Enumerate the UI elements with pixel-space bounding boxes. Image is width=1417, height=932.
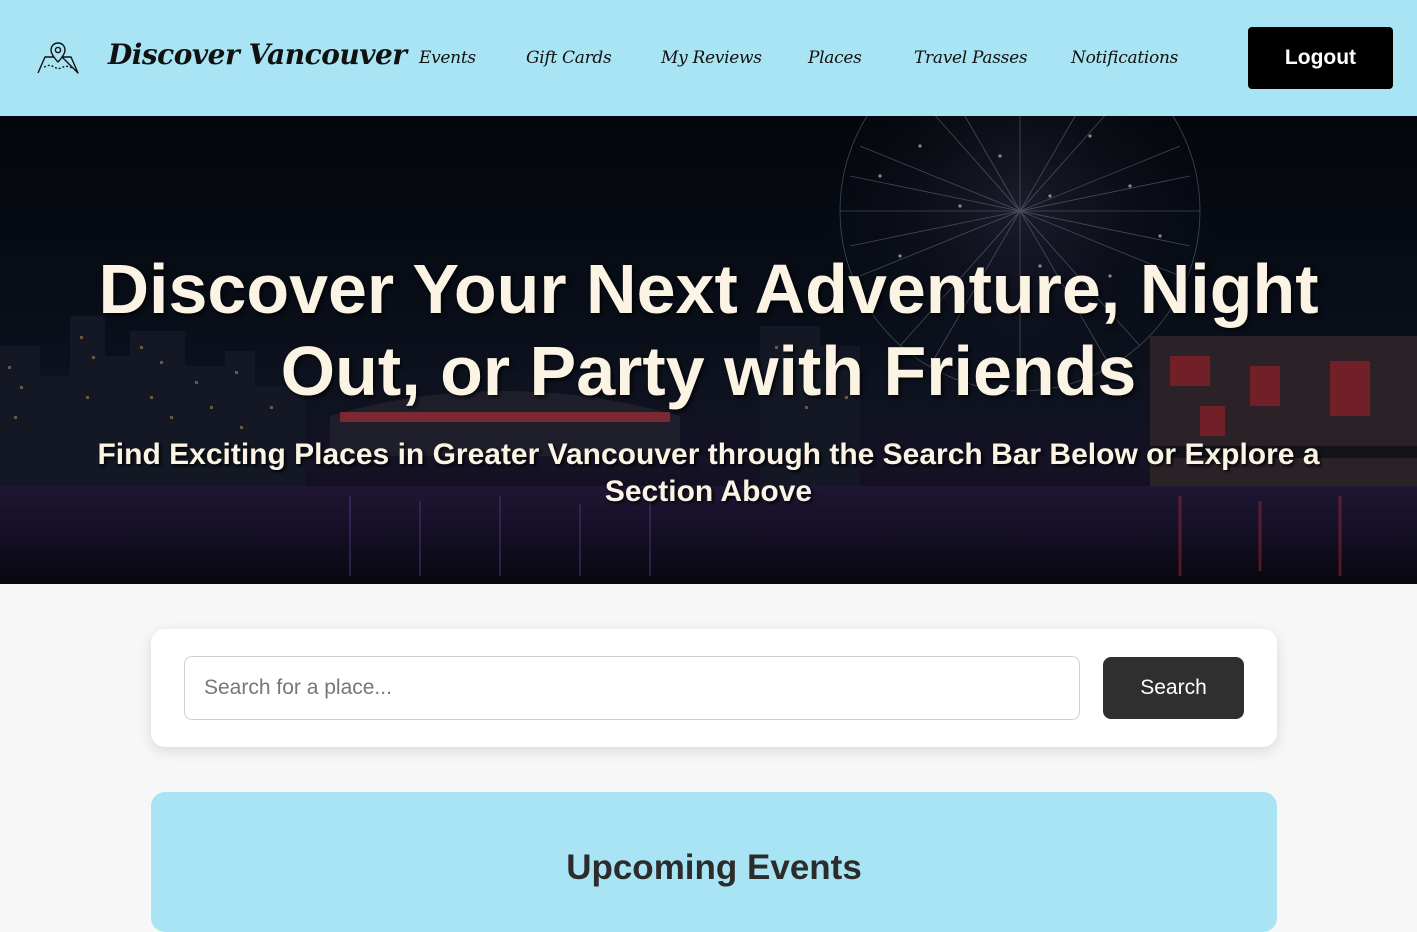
search-panel: Search <box>151 629 1277 747</box>
search-button[interactable]: Search <box>1103 657 1244 719</box>
nav-link-travel-passes[interactable]: Travel Passes <box>914 48 1028 68</box>
nav-link-notifications[interactable]: Notifications <box>1071 48 1178 68</box>
hero-banner: Discover Your Next Adventure, Night Out,… <box>0 116 1417 584</box>
hero-subtitle: Find Exciting Places in Greater Vancouve… <box>97 438 1320 508</box>
search-input[interactable] <box>184 656 1080 720</box>
brand-name[interactable]: Discover Vancouver <box>108 38 407 71</box>
logout-button[interactable]: Logout <box>1248 27 1393 89</box>
nav-link-places[interactable]: Places <box>808 48 862 68</box>
nav-link-events[interactable]: Events <box>419 48 476 68</box>
top-navbar: Discover Vancouver Events Gift Cards My … <box>0 0 1417 116</box>
section-title: Upcoming Events <box>566 848 862 887</box>
nav-link-gift-cards[interactable]: Gift Cards <box>526 48 612 68</box>
upcoming-events-section: Upcoming Events <box>151 792 1277 932</box>
map-pin-icon[interactable] <box>36 40 80 76</box>
nav-link-my-reviews[interactable]: My Reviews <box>661 48 762 68</box>
hero-title: Discover Your Next Adventure, Night Out,… <box>98 250 1319 410</box>
